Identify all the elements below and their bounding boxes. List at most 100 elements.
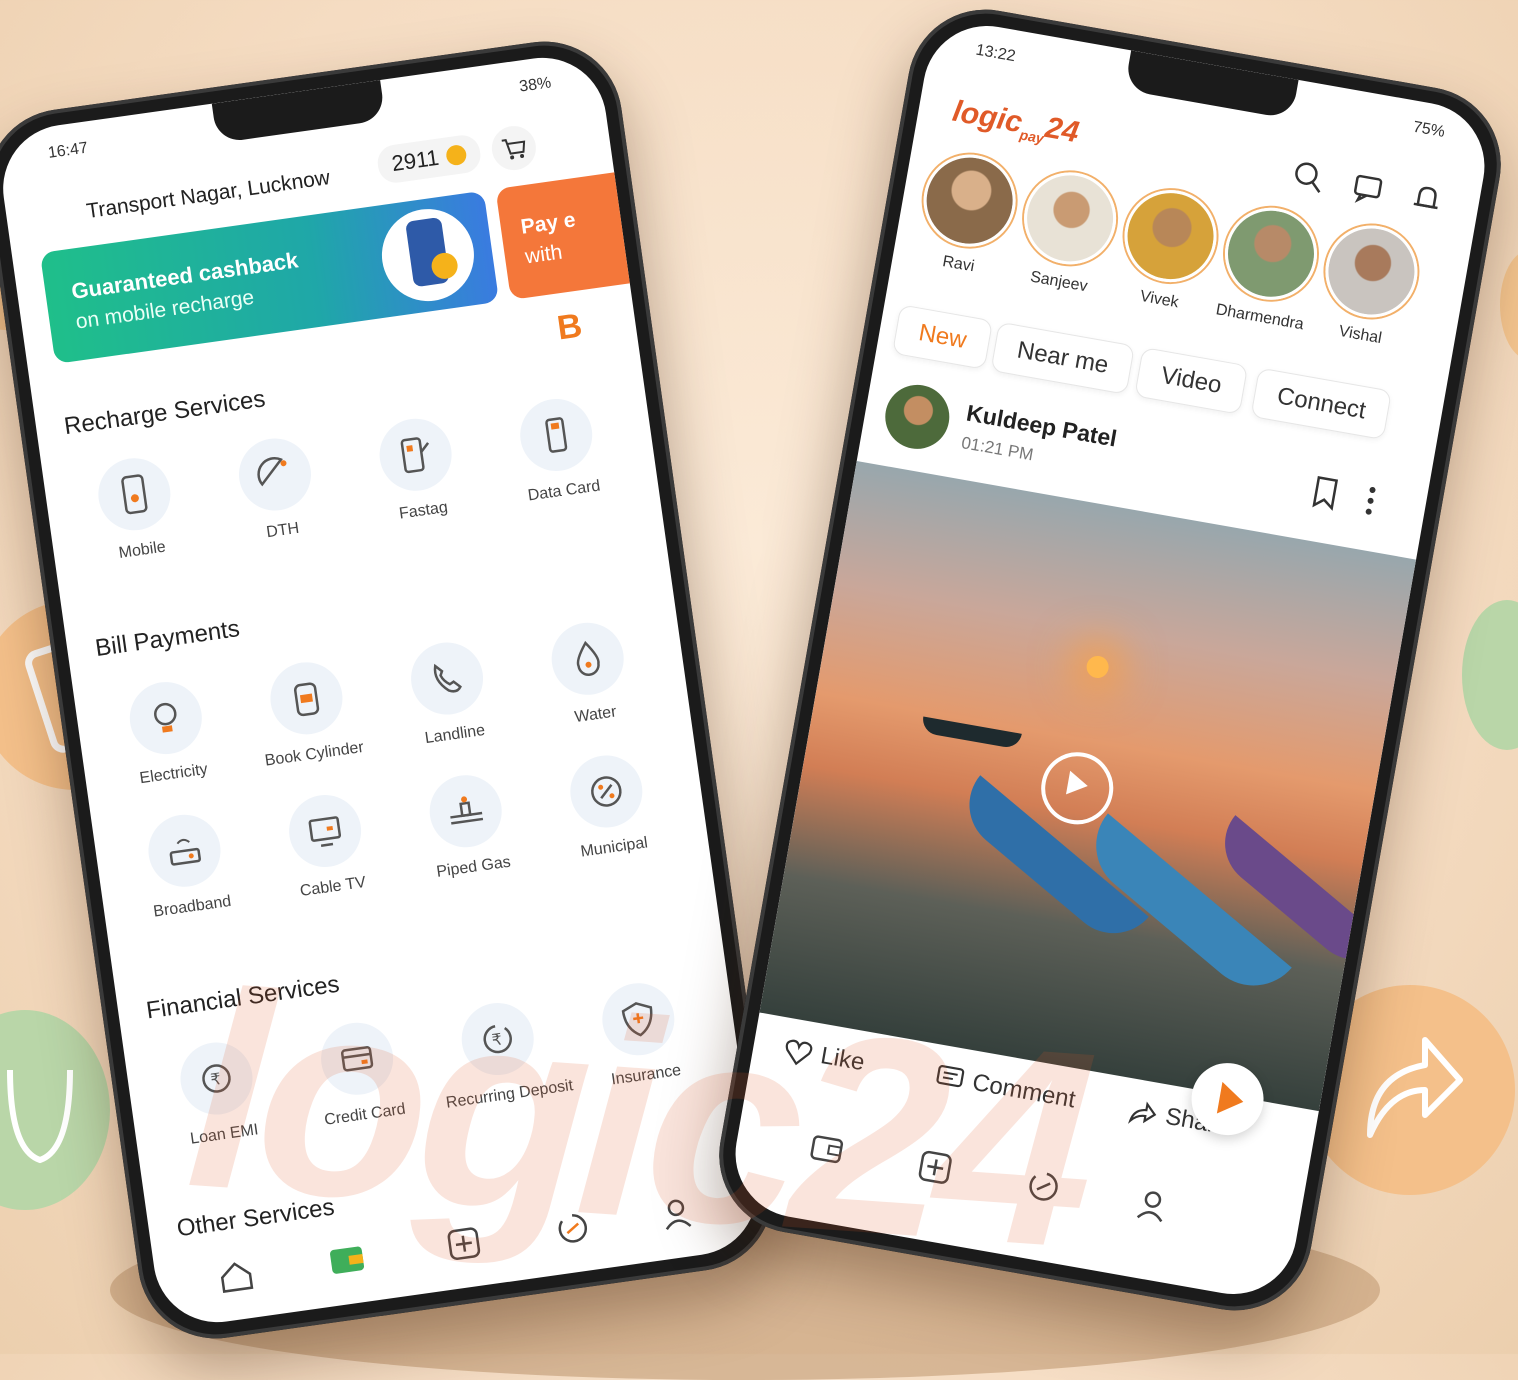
avatar [1117, 182, 1224, 290]
service-creditcard[interactable]: Credit Card [293, 1015, 426, 1133]
avatar [1318, 218, 1425, 325]
service-recurring[interactable]: ₹ Recurring Deposit [433, 995, 575, 1113]
search-icon[interactable] [1288, 156, 1330, 198]
like-button[interactable]: Like [781, 1035, 867, 1077]
financial-title: Financial Services [144, 970, 342, 1025]
chat-icon[interactable] [1347, 167, 1389, 209]
more-options-icon[interactable] [1361, 482, 1381, 520]
share-arrow-icon [1367, 1037, 1463, 1138]
service-label: Loan EMI [189, 1121, 260, 1148]
service-label: Water [573, 703, 618, 727]
story-name: Vishal [1337, 322, 1384, 348]
cart-icon [501, 139, 526, 160]
brand-sub: pay [1018, 126, 1046, 147]
service-label: DTH [265, 519, 301, 542]
pipe-icon [425, 770, 507, 852]
status-battery: 75% [1411, 118, 1447, 141]
sun [1084, 654, 1111, 680]
floating-play-button[interactable] [1185, 1057, 1270, 1141]
service-electricity[interactable]: Electricity [101, 674, 234, 792]
comment-button[interactable]: Comment [933, 1062, 1078, 1114]
service-water[interactable]: Water [523, 615, 656, 733]
home-icon[interactable] [214, 1253, 259, 1298]
tab-video[interactable]: Video [1134, 346, 1249, 415]
pay-banner[interactable]: Pay e with [495, 169, 650, 300]
coins-pill[interactable]: 2911 [375, 132, 484, 185]
comment-label: Comment [970, 1068, 1078, 1114]
service-datacard[interactable]: Data Card [492, 391, 625, 509]
service-pipedgas[interactable]: Piped Gas [401, 767, 534, 885]
notch [1124, 50, 1299, 120]
comment-icon [936, 1065, 965, 1088]
service-label: Cable TV [298, 873, 368, 901]
boat-4 [920, 716, 1022, 750]
status-time: 13:22 [974, 41, 1017, 66]
dish-icon [234, 433, 316, 516]
brand-logo: logicpay24 [950, 94, 1082, 153]
service-broadband[interactable]: Broadband [120, 807, 253, 925]
fastag-icon [374, 414, 457, 496]
card-icon [316, 1018, 398, 1100]
bills-title: Bill Payments [93, 615, 242, 663]
left-phone: 16:47 38% Transport Nagar, Lucknow 2911 … [0, 31, 784, 1349]
bg-bubble-green-right [1462, 600, 1518, 750]
bookmark-icon[interactable] [1307, 473, 1343, 514]
service-loanemi[interactable]: ₹ Loan EMI [152, 1035, 285, 1153]
share-icon [1127, 1101, 1157, 1124]
like-label: Like [818, 1042, 867, 1077]
bell-icon[interactable] [1406, 177, 1448, 219]
profile-icon[interactable] [654, 1191, 699, 1236]
post-author-avatar[interactable] [880, 379, 955, 454]
add-icon[interactable] [912, 1144, 958, 1190]
service-insurance[interactable]: Insurance [574, 975, 707, 1093]
service-mobile[interactable]: Mobile [70, 450, 203, 568]
service-cylinder[interactable]: Book Cylinder [242, 654, 375, 772]
post-video[interactable] [759, 460, 1417, 1112]
profile-icon[interactable] [1129, 1182, 1175, 1228]
left-screen: 16:47 38% Transport Nagar, Lucknow 2911 … [0, 49, 766, 1331]
pay-banner-line2: with [523, 240, 564, 269]
tv-icon [284, 790, 366, 872]
play-icon [1216, 1081, 1244, 1114]
tab-near-me[interactable]: Near me [990, 321, 1136, 395]
service-label: Municipal [579, 834, 649, 861]
add-icon[interactable] [441, 1221, 486, 1266]
brand-number: 24 [1042, 110, 1082, 150]
cup-icon [7, 1069, 73, 1164]
explore-icon[interactable] [550, 1206, 595, 1251]
wallet-icon[interactable] [322, 1235, 371, 1281]
service-fastag[interactable]: Fastag [351, 411, 484, 529]
play-icon [1065, 770, 1088, 795]
service-dth[interactable]: DTH [211, 431, 344, 549]
explore-icon[interactable] [1020, 1163, 1066, 1209]
tab-connect[interactable]: Connect [1250, 367, 1393, 441]
service-cabletv[interactable]: Cable TV [261, 787, 394, 905]
tab-new[interactable]: New [891, 304, 994, 370]
story-ravi[interactable]: Ravi [911, 147, 1023, 281]
rupee-cycle-icon: ₹ [175, 1037, 258, 1120]
story-name: Ravi [941, 253, 976, 276]
percent-icon [565, 750, 647, 833]
router-icon [143, 810, 226, 892]
service-label: Data Card [526, 477, 602, 505]
post-time: 01:21 PM [959, 433, 1035, 465]
cylinder-icon [265, 657, 348, 739]
shield-icon [597, 978, 679, 1060]
service-label: Broadband [152, 892, 233, 921]
cart-button[interactable] [489, 123, 539, 173]
service-landline[interactable]: Landline [383, 635, 516, 753]
service-municipal[interactable]: Municipal [542, 747, 675, 865]
bg-bubble-orange-right [1500, 250, 1518, 360]
badge-b: B [554, 306, 585, 348]
story-vivek[interactable]: Vivek [1112, 182, 1224, 317]
story-vishal[interactable]: Vishal [1313, 218, 1425, 352]
story-dharmendra[interactable]: Dharmendra [1213, 200, 1325, 334]
story-sanjeev[interactable]: Sanjeev [1012, 165, 1124, 299]
brand-name: logic [950, 94, 1025, 140]
coin-phone-illustration [375, 203, 480, 308]
wallet-icon[interactable] [804, 1125, 850, 1171]
service-label: Recurring Deposit [444, 1077, 575, 1112]
location-label[interactable]: Transport Nagar, Lucknow [85, 166, 331, 224]
story-name: Sanjeev [1028, 268, 1089, 296]
coins-value: 2911 [390, 144, 441, 177]
